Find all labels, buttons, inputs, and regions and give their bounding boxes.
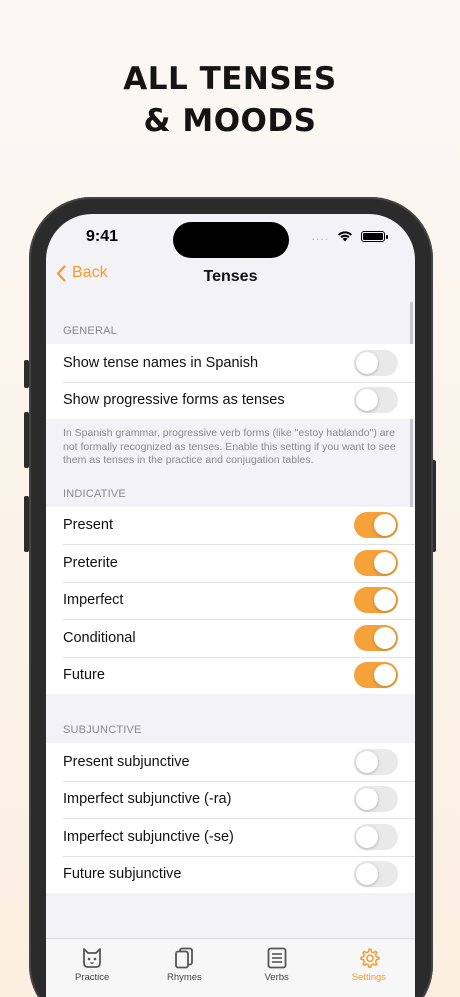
toggle-switch[interactable] — [354, 587, 398, 614]
setting-label: Conditional — [63, 629, 136, 646]
group-indicative: Present Preterite Imperfect Conditional … — [46, 506, 415, 695]
setting-label: Future — [63, 667, 105, 684]
section-header-subjunctive: SUBJUNCTIVE — [63, 724, 142, 736]
setting-row[interactable]: Conditional — [46, 619, 415, 657]
setting-label: Show progressive forms as tenses — [63, 392, 285, 409]
navigation-bar: Back Tenses — [46, 264, 415, 294]
setting-label: Future subjunctive — [63, 866, 182, 883]
cat-icon — [83, 948, 102, 968]
setting-row[interactable]: Imperfect subjunctive (-se) — [46, 818, 415, 856]
headline-line-2: & MOODS — [143, 103, 317, 139]
toggle-switch[interactable] — [354, 512, 398, 539]
tab-settings[interactable]: Settings — [323, 939, 415, 997]
setting-row[interactable]: Show progressive forms as tenses — [46, 381, 415, 420]
headline-line-1: ALL TENSES — [123, 61, 337, 97]
toggle-switch[interactable] — [354, 662, 398, 689]
tab-bar: Practice Rhymes Verbs Settings — [46, 938, 415, 997]
wifi-icon — [338, 231, 352, 242]
section-footnote: In Spanish grammar, progressive verb for… — [63, 427, 396, 466]
page-title: Tenses — [203, 268, 258, 285]
list-icon — [267, 947, 287, 969]
setting-label: Imperfect subjunctive (-se) — [63, 828, 234, 845]
toggle-switch[interactable] — [354, 748, 398, 775]
tab-practice[interactable]: Practice — [46, 939, 138, 997]
tab-label: Rhymes — [166, 972, 202, 983]
setting-label: Preterite — [63, 554, 118, 571]
group-general: Show tense names in Spanish Show progres… — [46, 344, 415, 419]
toggle-switch[interactable] — [354, 823, 398, 850]
toggle-switch[interactable] — [354, 549, 398, 576]
gear-icon — [360, 948, 380, 968]
section-header-general: GENERAL — [63, 325, 117, 337]
toggle-switch[interactable] — [354, 624, 398, 651]
tab-label: Settings — [351, 972, 387, 983]
signal-dots: .... — [311, 229, 329, 243]
status-icons: .... — [311, 229, 388, 243]
setting-row[interactable]: Future subjunctive — [46, 855, 415, 894]
toggle-switch[interactable] — [354, 861, 398, 888]
setting-row[interactable]: Show tense names in Spanish — [46, 344, 415, 382]
tab-rhymes[interactable]: Rhymes — [138, 939, 230, 997]
status-time: 9:41 — [86, 228, 119, 245]
phone-screen: 9:41 .... Back Tenses GENERAL Show tense… — [46, 214, 415, 997]
settings-list: GENERAL Show tense names in Spanish Show… — [46, 298, 415, 893]
setting-row[interactable]: Imperfect — [46, 581, 415, 620]
setting-row[interactable]: Preterite — [46, 544, 415, 582]
setting-label: Present — [63, 517, 113, 534]
dynamic-island — [173, 222, 289, 258]
setting-label: Imperfect — [63, 592, 124, 609]
setting-row[interactable]: Imperfect subjunctive (-ra) — [46, 780, 415, 819]
tab-label: Practice — [74, 972, 110, 983]
tab-label: Verbs — [264, 972, 289, 983]
setting-row[interactable]: Present — [46, 507, 415, 545]
toggle-switch[interactable] — [354, 786, 398, 813]
battery-icon — [361, 230, 388, 242]
section-header-indicative: INDICATIVE — [63, 487, 126, 500]
setting-label: Show tense names in Spanish — [63, 354, 259, 371]
headline: ALL TENSES & MOODS — [0, 58, 460, 142]
group-subjunctive: Present subjunctive Imperfect subjunctiv… — [46, 743, 415, 893]
setting-label: Present subjunctive — [63, 753, 190, 770]
toggle-switch[interactable] — [354, 349, 398, 376]
toggle-switch[interactable] — [354, 387, 398, 414]
cards-icon — [175, 947, 194, 969]
setting-row[interactable]: Present subjunctive — [46, 743, 415, 781]
tab-verbs[interactable]: Verbs — [231, 939, 323, 997]
setting-row[interactable]: Future — [46, 656, 415, 695]
setting-label: Imperfect subjunctive (-ra) — [63, 791, 232, 808]
